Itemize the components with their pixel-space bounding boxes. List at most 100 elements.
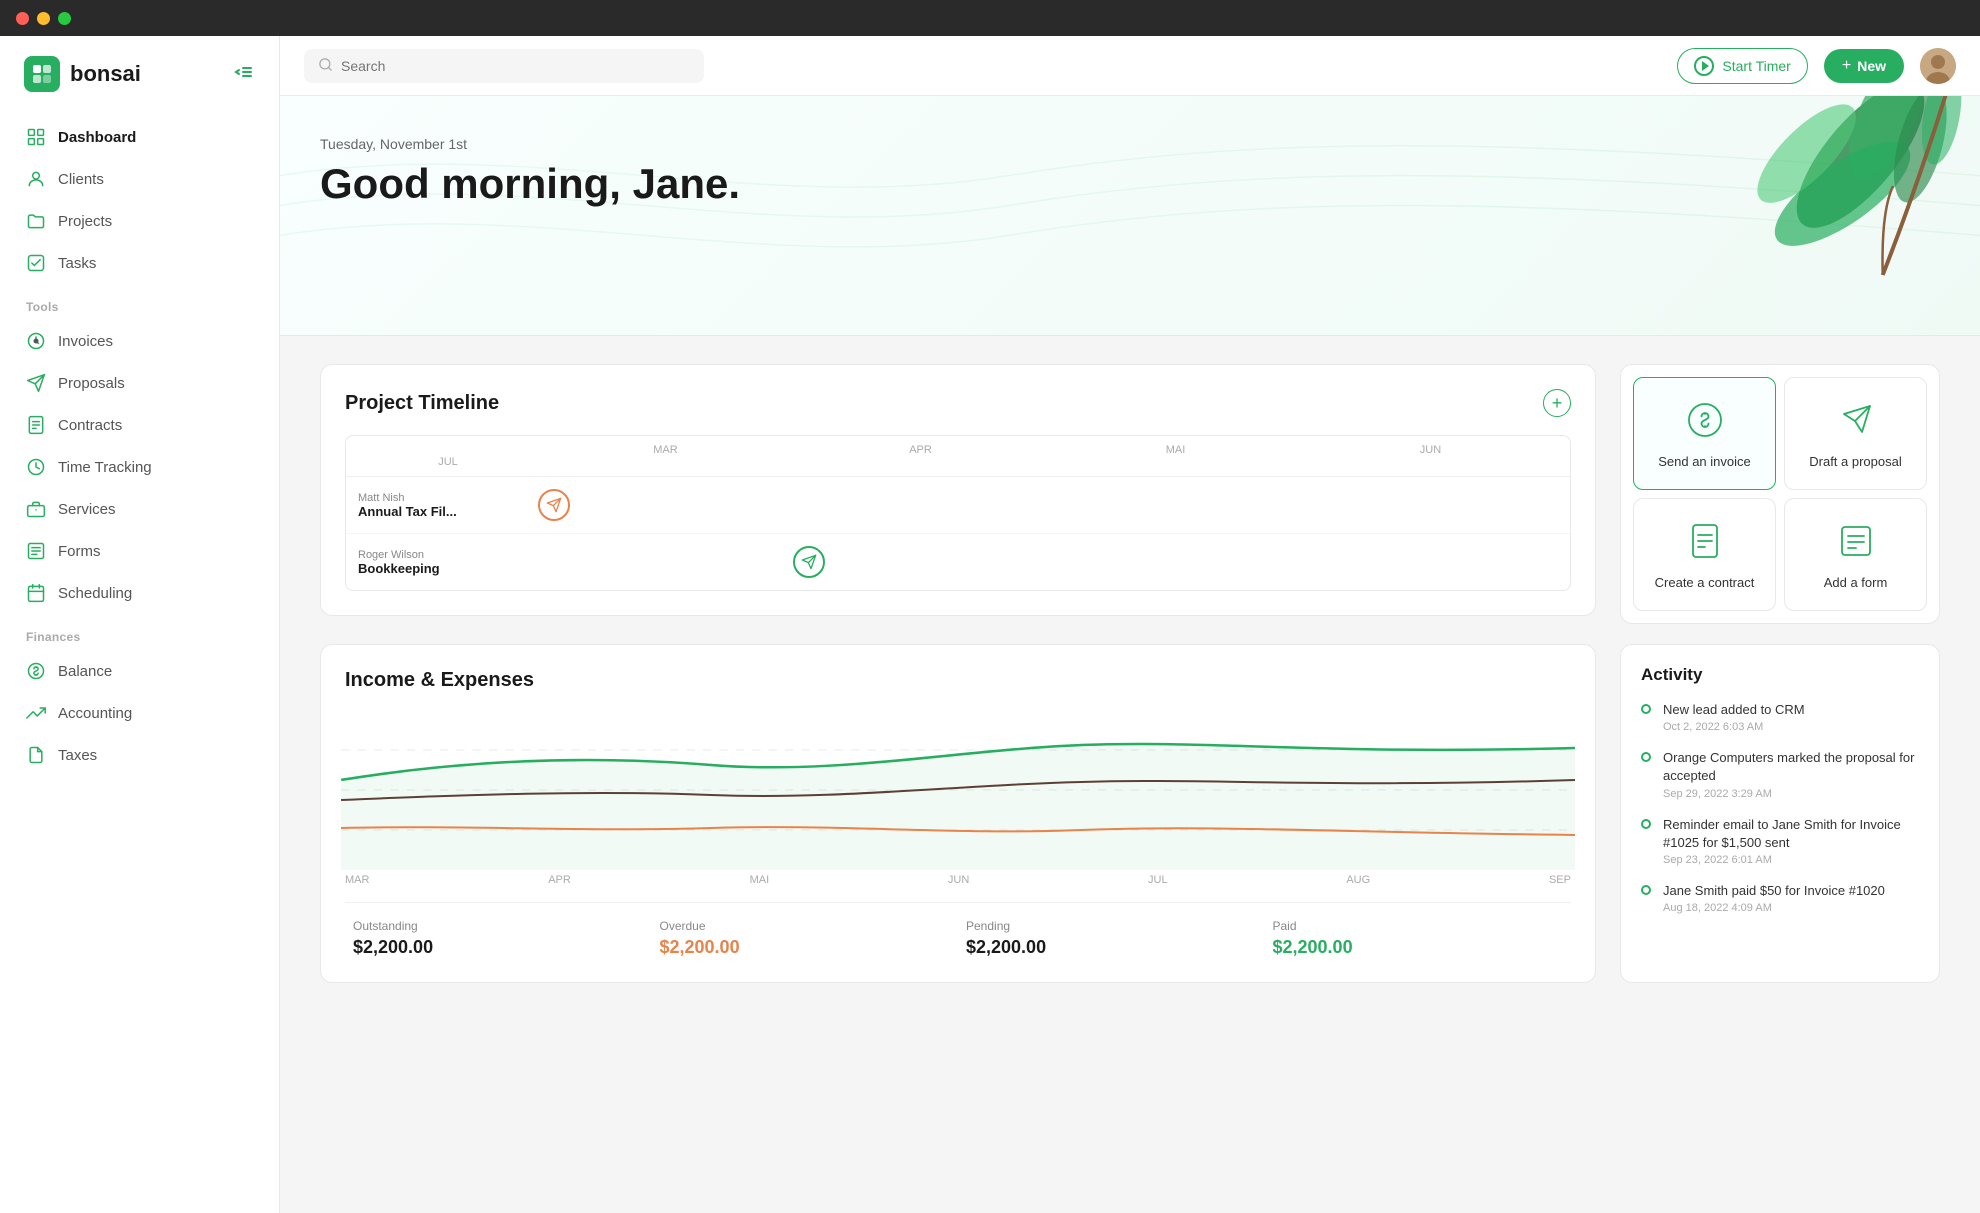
search-bar[interactable]	[304, 49, 704, 83]
sidebar-item-label: Clients	[58, 171, 104, 188]
sidebar-item-time-tracking[interactable]: Time Tracking	[12, 446, 267, 488]
timeline-dot-green[interactable]	[793, 546, 825, 578]
stat-overdue-value: $2,200.00	[660, 937, 951, 958]
month-mai: MAI	[1048, 444, 1303, 456]
sidebar-item-proposals[interactable]: Proposals	[12, 362, 267, 404]
project-name: Bookkeeping	[358, 561, 538, 576]
x-label-sep: SEP	[1549, 874, 1571, 886]
sidebar-item-label: Invoices	[58, 333, 113, 350]
main-content: Tuesday, November 1st Good morning, Jane…	[280, 96, 1980, 1213]
stat-paid-label: Paid	[1273, 919, 1564, 933]
action-create-contract[interactable]: Create a contract	[1633, 498, 1776, 611]
app-container: bonsai	[0, 36, 1980, 1213]
sidebar-item-label: Tasks	[58, 255, 96, 272]
balance-icon	[26, 661, 46, 681]
hero-date: Tuesday, November 1st	[320, 136, 1940, 152]
send-proposal-icon	[26, 373, 46, 393]
sidebar-item-dashboard[interactable]: Dashboard	[12, 116, 267, 158]
income-expenses-card: Income & Expenses	[320, 644, 1596, 983]
new-button[interactable]: + New	[1824, 49, 1904, 83]
activity-time: Sep 23, 2022 6:01 AM	[1663, 854, 1919, 866]
form-action-icon	[1834, 519, 1878, 563]
project-timeline-title: Project Timeline	[345, 392, 499, 415]
tools-section-label: Tools	[12, 284, 267, 320]
timeline-bar-area	[793, 544, 1048, 580]
sidebar-item-label: Balance	[58, 663, 112, 680]
sidebar-item-forms[interactable]: Forms	[12, 530, 267, 572]
search-input[interactable]	[341, 58, 690, 74]
activity-text: New lead added to CRM	[1663, 701, 1805, 719]
hero-leaf-decoration	[1680, 96, 1980, 336]
sidebar-item-accounting[interactable]: Accounting	[12, 692, 267, 734]
contracts-icon	[26, 415, 46, 435]
month-jul: JUL	[358, 456, 538, 468]
forms-icon	[26, 541, 46, 561]
sidebar-logo-area: bonsai	[0, 56, 279, 116]
project-timeline-header: Project Timeline +	[345, 389, 1571, 417]
action-draft-proposal[interactable]: Draft a proposal	[1784, 377, 1927, 490]
sidebar-item-label: Scheduling	[58, 585, 132, 602]
top-bar: Start Timer + New	[280, 36, 1980, 96]
month-apr: APR	[793, 444, 1048, 456]
x-label-aug: AUG	[1346, 874, 1370, 886]
action-add-form[interactable]: Add a form	[1784, 498, 1927, 611]
activity-text: Jane Smith paid $50 for Invoice #1020	[1663, 882, 1885, 900]
proposal-action-icon	[1834, 398, 1878, 442]
sidebar-item-taxes[interactable]: Taxes	[12, 734, 267, 776]
stat-pending-value: $2,200.00	[966, 937, 1257, 958]
traffic-light-green[interactable]	[58, 12, 71, 25]
accounting-icon	[26, 703, 46, 723]
project-info: Matt Nish Annual Tax Fil...	[358, 492, 538, 519]
sidebar-item-label: Time Tracking	[58, 459, 152, 476]
folder-icon	[26, 211, 46, 231]
sidebar-item-label: Services	[58, 501, 116, 518]
dashboard-grid: Project Timeline + MAR APR MAI JUN	[280, 336, 1980, 1011]
traffic-light-red[interactable]	[16, 12, 29, 25]
stat-outstanding-value: $2,200.00	[353, 937, 644, 958]
user-icon	[26, 169, 46, 189]
new-plus-icon: +	[1842, 57, 1851, 75]
start-timer-button[interactable]: Start Timer	[1677, 48, 1807, 84]
sidebar-item-contracts[interactable]: Contracts	[12, 404, 267, 446]
income-chart	[341, 710, 1575, 870]
user-avatar[interactable]	[1920, 48, 1956, 84]
right-column: Send an invoice Draft a proposal	[1620, 364, 1940, 983]
sidebar-item-invoices[interactable]: Invoices	[12, 320, 267, 362]
sidebar-item-label: Accounting	[58, 705, 132, 722]
sidebar-item-clients[interactable]: Clients	[12, 158, 267, 200]
timeline-row: Roger Wilson Bookkeeping	[346, 534, 1570, 590]
month-mar: MAR	[538, 444, 793, 456]
sidebar-item-scheduling[interactable]: Scheduling	[12, 572, 267, 614]
logo-text: bonsai	[70, 61, 141, 87]
add-project-button[interactable]: +	[1543, 389, 1571, 417]
traffic-light-yellow[interactable]	[37, 12, 50, 25]
quick-actions-panel: Send an invoice Draft a proposal	[1620, 364, 1940, 624]
hero-greeting: Good morning, Jane.	[320, 160, 1940, 208]
stat-overdue: Overdue $2,200.00	[652, 919, 959, 958]
window-chrome	[0, 0, 1980, 36]
activity-content: Orange Computers marked the proposal for…	[1663, 749, 1919, 799]
briefcase-icon	[26, 499, 46, 519]
sidebar-item-label: Contracts	[58, 417, 122, 434]
timeline-dot-orange[interactable]	[538, 489, 570, 521]
sidebar-item-projects[interactable]: Projects	[12, 200, 267, 242]
sidebar-item-balance[interactable]: Balance	[12, 650, 267, 692]
invoice-action-icon	[1683, 398, 1727, 442]
sidebar-item-services[interactable]: Services	[12, 488, 267, 530]
grid-icon	[26, 127, 46, 147]
activity-time: Aug 18, 2022 4:09 AM	[1663, 902, 1885, 914]
taxes-icon	[26, 745, 46, 765]
stat-outstanding-label: Outstanding	[353, 919, 644, 933]
content-area: Tuesday, November 1st Good morning, Jane…	[280, 96, 1980, 1213]
action-send-invoice[interactable]: Send an invoice	[1633, 377, 1776, 490]
sidebar-item-tasks[interactable]: Tasks	[12, 242, 267, 284]
calendar-icon	[26, 583, 46, 603]
timeline-container: MAR APR MAI JUN JUL Matt Nish Annua	[345, 435, 1571, 591]
activity-title: Activity	[1641, 665, 1919, 685]
sidebar-item-label: Forms	[58, 543, 101, 560]
activity-item: Reminder email to Jane Smith for Invoice…	[1641, 816, 1919, 866]
activity-item: New lead added to CRM Oct 2, 2022 6:03 A…	[1641, 701, 1919, 733]
sidebar-collapse-button[interactable]	[233, 61, 255, 88]
search-icon	[318, 57, 333, 75]
action-create-contract-label: Create a contract	[1655, 575, 1755, 590]
